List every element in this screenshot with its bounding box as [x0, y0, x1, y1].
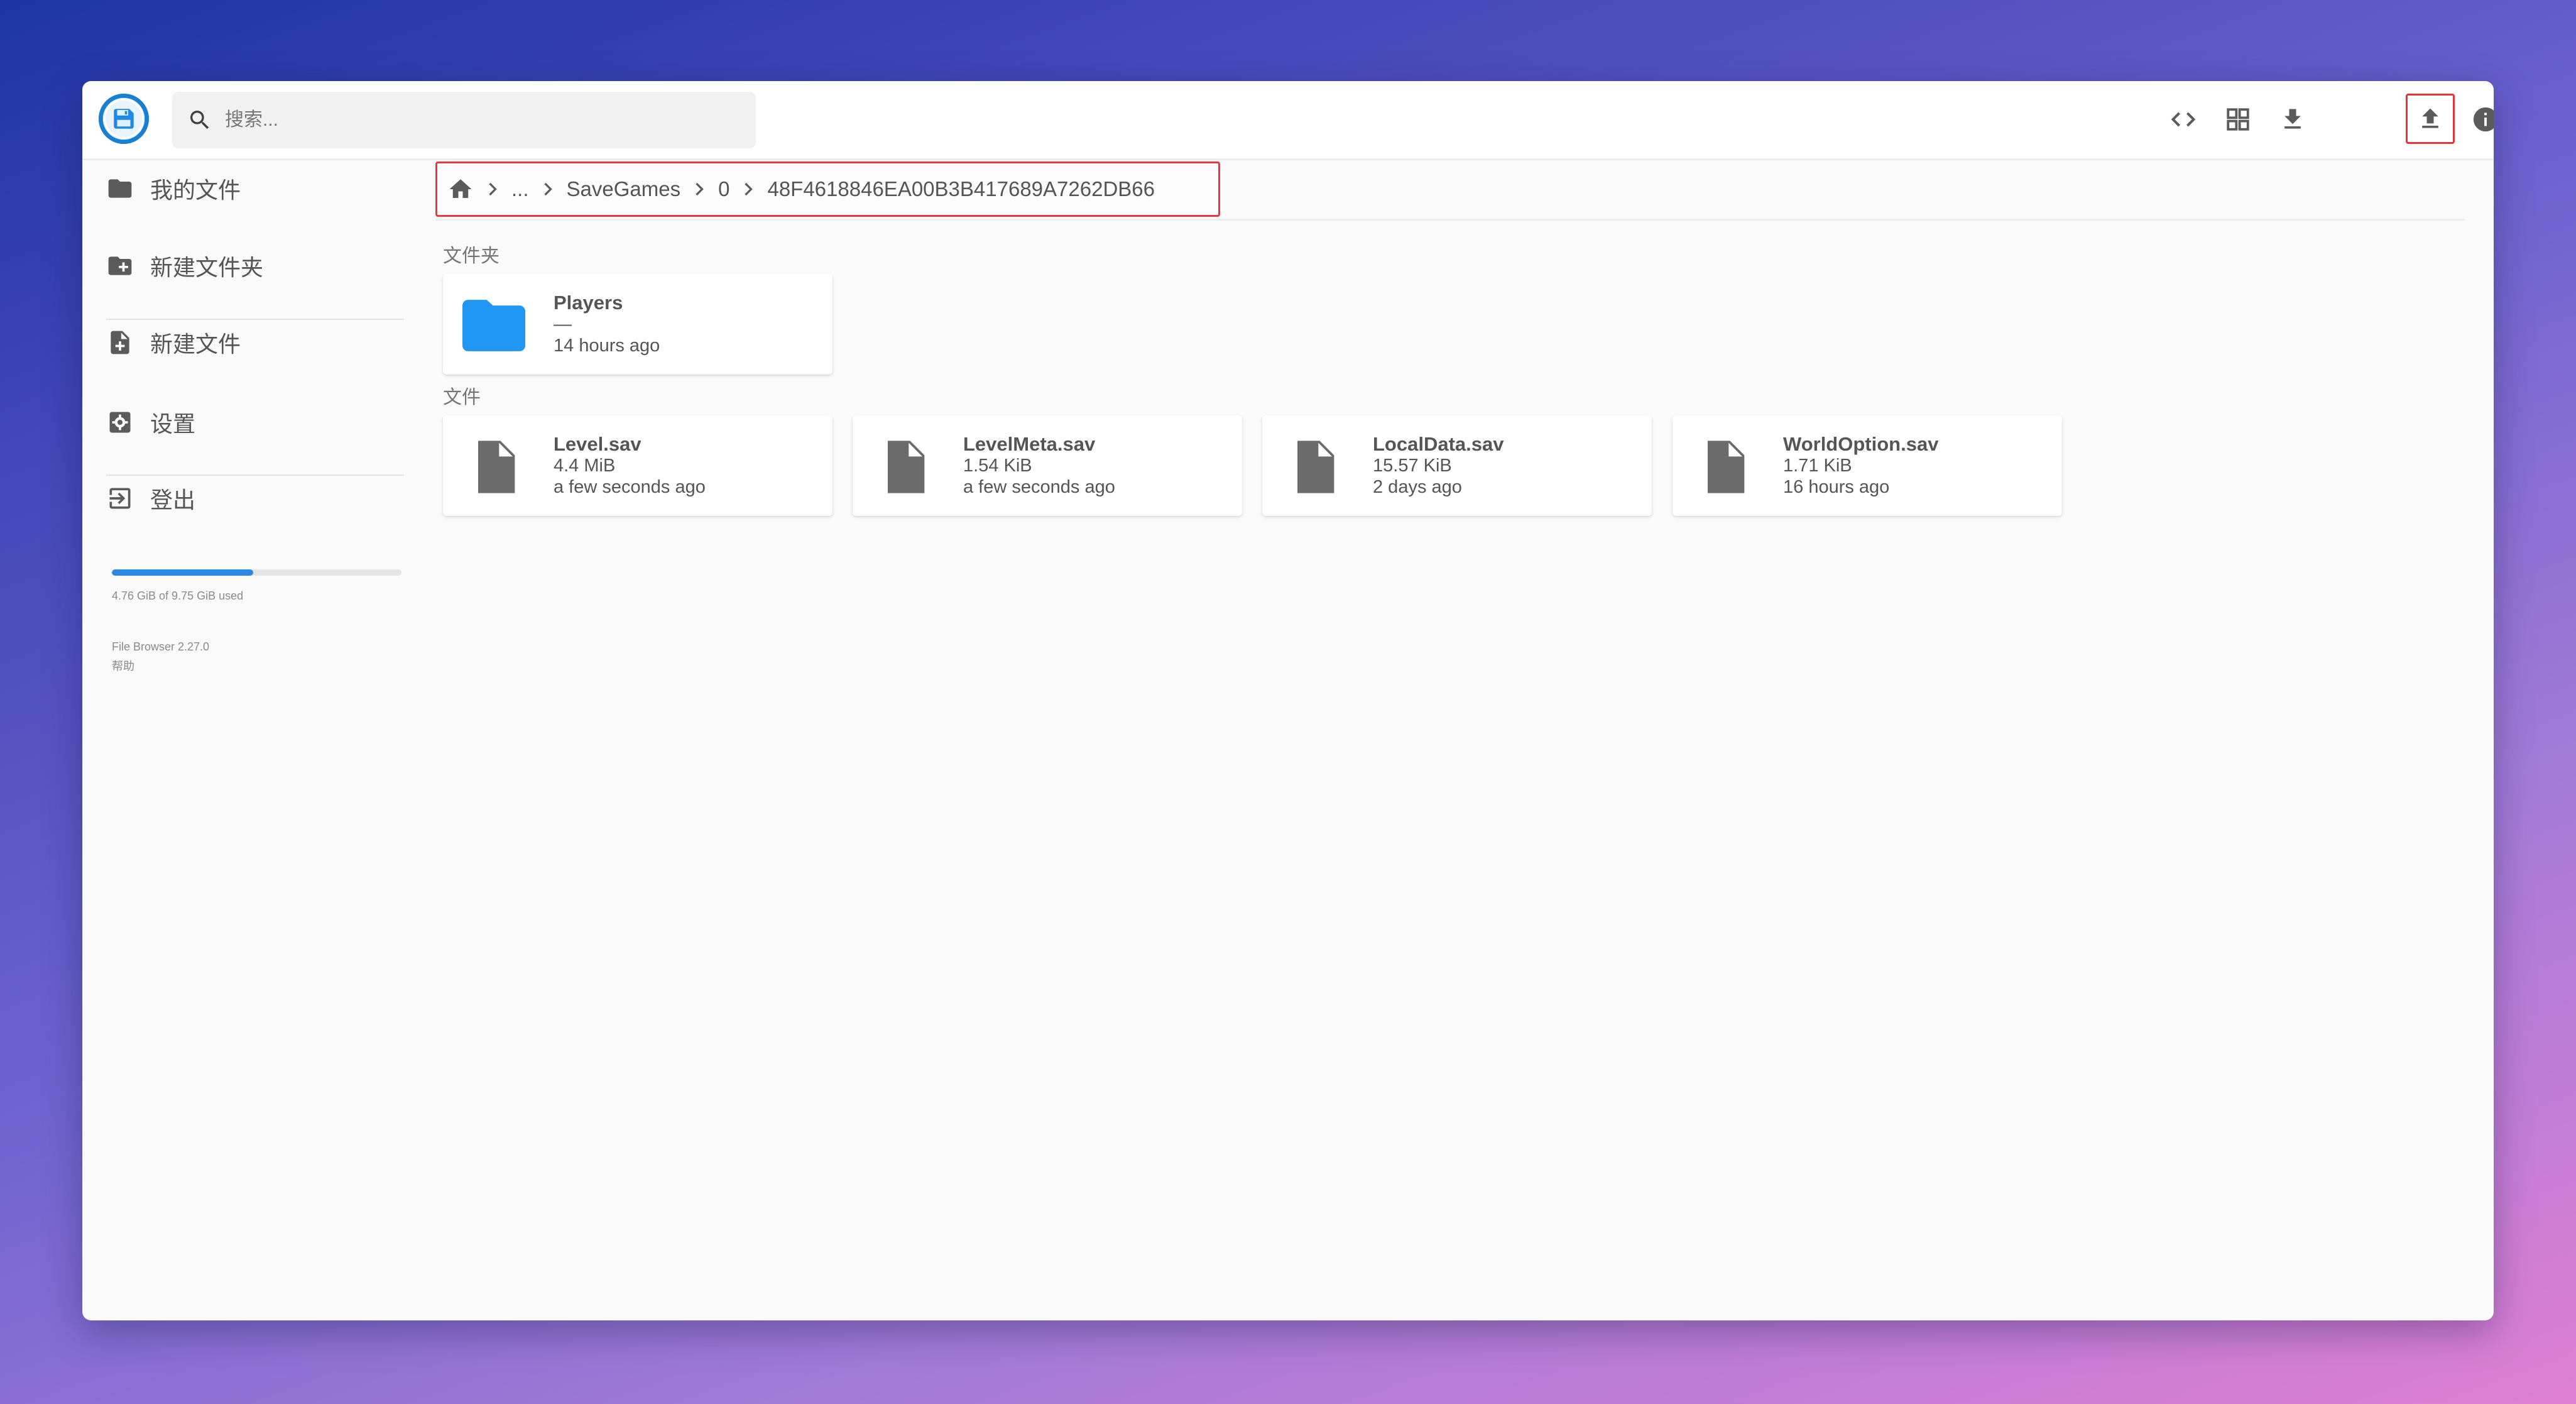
file-card[interactable]: LocalData.sav 15.57 KiB 2 days ago	[1262, 415, 1652, 516]
file-name: WorldOption.sav	[1783, 433, 1939, 455]
breadcrumb: ... SaveGames 0 48F4618846EA00B3B417689A…	[435, 162, 1220, 217]
app-version: File Browser 2.27.0	[112, 640, 210, 653]
home-icon[interactable]	[447, 176, 474, 202]
file-card[interactable]: LevelMeta.sav 1.54 KiB a few seconds ago	[853, 415, 1242, 516]
folder-icon	[108, 179, 132, 198]
file-name: Level.sav	[554, 433, 641, 455]
file-icon	[1708, 441, 1745, 493]
sidebar-item-logout[interactable]: 登出	[82, 470, 404, 527]
sidebar-item-label: 新建文件夹	[150, 255, 264, 280]
files-section-label: 文件	[443, 387, 481, 408]
folder-modified: 14 hours ago	[554, 336, 660, 356]
search-box[interactable]	[172, 92, 756, 148]
breadcrumb-item-current[interactable]: 48F4618846EA00B3B417689A7262DB66	[767, 177, 1155, 201]
top-header	[82, 81, 2494, 160]
file-modified: 16 hours ago	[1783, 477, 1890, 497]
sidebar-item-label: 我的文件	[150, 177, 241, 203]
sidebar-item-new-folder[interactable]: 新建文件夹	[82, 238, 404, 294]
logout-icon	[109, 488, 131, 509]
file-icon	[478, 441, 515, 493]
folder-card[interactable]: Players — 14 hours ago	[443, 274, 832, 375]
info-icon	[2473, 107, 2494, 132]
upload-icon	[2422, 108, 2438, 128]
sidebar-item-new-file[interactable]: 新建文件	[82, 314, 404, 371]
app-logo[interactable]	[99, 94, 149, 144]
storage-usage-bar	[112, 569, 401, 576]
grid-view-button[interactable]	[2213, 94, 2262, 145]
info-button[interactable]	[2461, 94, 2494, 145]
sidebar-item-label: 登出	[150, 487, 196, 513]
file-icon	[1297, 441, 1334, 493]
sidebar: 我的文件 新建文件夹 新建文件 设置 登出 4.76 GiB of 9.75 G…	[82, 160, 404, 1320]
help-link[interactable]: 帮助	[112, 657, 134, 674]
file-name: LevelMeta.sav	[963, 433, 1096, 455]
chevron-right-icon	[696, 182, 704, 196]
sidebar-item-my-files[interactable]: 我的文件	[82, 160, 404, 217]
code-icon	[2171, 112, 2196, 127]
new-file-icon	[111, 331, 129, 354]
settings-icon	[109, 412, 131, 433]
download-icon	[2284, 109, 2301, 129]
chevron-right-icon	[745, 182, 753, 196]
breadcrumb-item-0[interactable]: 0	[718, 177, 729, 201]
file-name: LocalData.sav	[1373, 433, 1504, 455]
file-browser-window: 我的文件 新建文件夹 新建文件	[82, 81, 2494, 1320]
file-card[interactable]: WorldOption.sav 1.71 KiB 16 hours ago	[1673, 415, 2062, 516]
search-input[interactable]	[224, 109, 716, 131]
file-modified: a few seconds ago	[554, 477, 706, 497]
code-view-button[interactable]	[2159, 94, 2208, 145]
breadcrumb-item-ellipsis[interactable]: ...	[511, 177, 529, 201]
folder-size: —	[554, 314, 572, 334]
grid-icon	[2227, 108, 2249, 131]
chevron-right-icon	[489, 182, 497, 196]
file-modified: a few seconds ago	[963, 477, 1115, 497]
storage-usage-text: 4.76 GiB of 9.75 GiB used	[112, 590, 244, 602]
breadcrumb-item-savegames[interactable]: SaveGames	[567, 177, 681, 201]
file-size: 15.57 KiB	[1373, 456, 1452, 476]
folders-section-label: 文件夹	[443, 246, 499, 266]
file-modified: 2 days ago	[1373, 477, 1462, 497]
folder-name: Players	[554, 292, 623, 314]
chevron-right-icon	[543, 182, 552, 196]
storage-usage-fill	[112, 569, 253, 576]
folder-icon	[462, 300, 525, 351]
file-icon	[888, 441, 925, 493]
breadcrumb-divider	[435, 219, 2465, 221]
file-size: 4.4 MiB	[554, 456, 616, 476]
sidebar-item-label: 新建文件	[150, 331, 241, 357]
new-folder-icon	[108, 256, 132, 275]
sidebar-item-label: 设置	[150, 411, 196, 437]
file-size: 1.71 KiB	[1783, 456, 1852, 476]
file-size: 1.54 KiB	[963, 456, 1032, 476]
floppy-disk-icon	[103, 98, 145, 140]
upload-button[interactable]	[2406, 94, 2455, 144]
download-button[interactable]	[2268, 94, 2317, 145]
file-card[interactable]: Level.sav 4.4 MiB a few seconds ago	[443, 415, 832, 516]
sidebar-item-settings[interactable]: 设置	[82, 394, 404, 451]
search-icon	[190, 111, 209, 129]
